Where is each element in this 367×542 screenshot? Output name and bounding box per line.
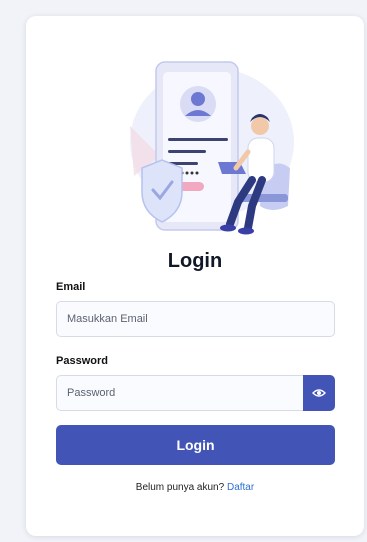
password-field[interactable] — [56, 375, 304, 411]
eye-icon — [312, 389, 326, 397]
toggle-password-button[interactable] — [303, 375, 335, 411]
login-card: Login Email Password Login Belum punya a… — [26, 16, 364, 536]
email-field[interactable] — [56, 301, 335, 337]
email-label: Email — [56, 281, 86, 293]
register-link[interactable]: Daftar — [227, 482, 254, 493]
page-title: Login — [167, 250, 223, 272]
register-prompt: Belum punya akun? Daftar — [26, 482, 364, 493]
register-text: Belum punya akun? — [135, 482, 225, 493]
password-label: Password — [56, 355, 108, 367]
login-illustration — [130, 61, 294, 235]
login-button[interactable]: Login — [56, 425, 335, 465]
